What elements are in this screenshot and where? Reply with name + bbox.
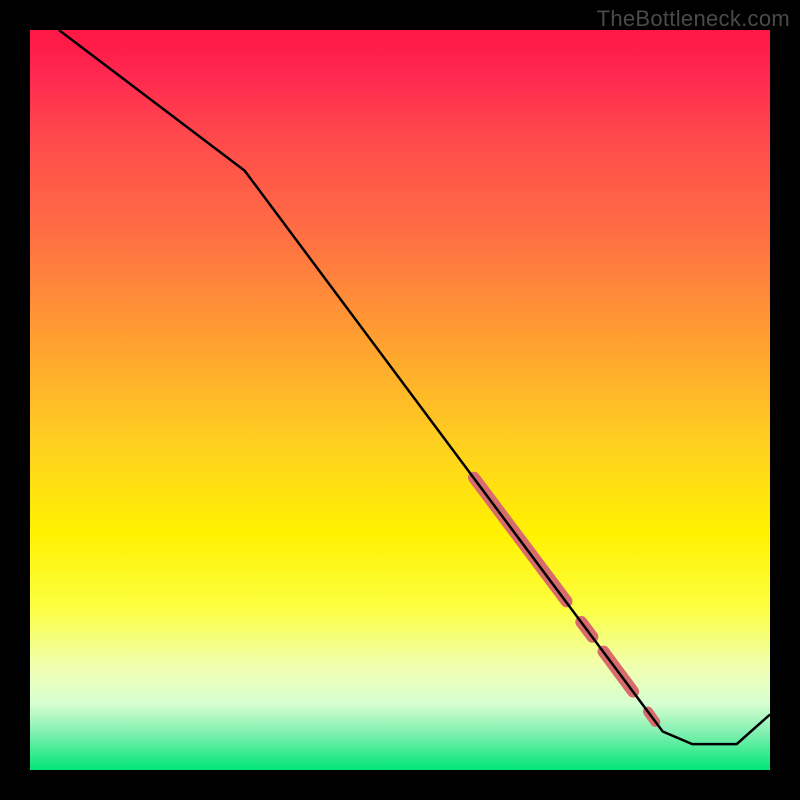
watermark-text: TheBottleneck.com: [597, 6, 790, 32]
plot-background: [30, 30, 770, 770]
bottleneck-chart: TheBottleneck.com: [0, 0, 800, 800]
chart-svg: [0, 0, 800, 800]
